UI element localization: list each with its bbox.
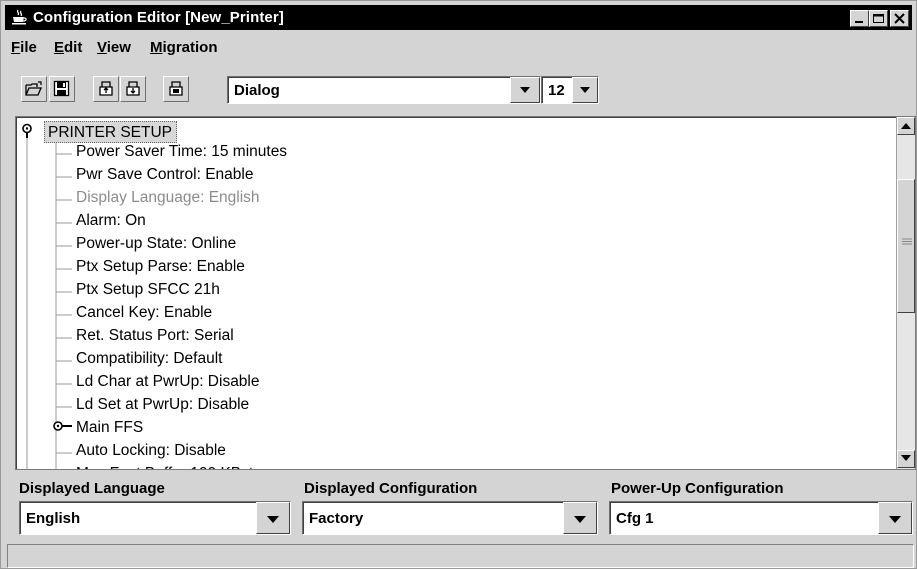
settings-tree[interactable]: PRINTER SETUP Power Saver Time: 15 minut… — [15, 116, 916, 470]
menu-migration[interactable]: Migration — [150, 39, 218, 56]
configuration-editor-window: Configuration Editor [New_Printer] File … — [0, 0, 917, 569]
grip-icon — [902, 238, 912, 245]
menu-bar: File Edit View Migration — [5, 33, 912, 59]
tree-vertical-scrollbar[interactable] — [896, 117, 915, 469]
tree-item[interactable]: Max Font Buffer 100 KBytes — [76, 465, 270, 469]
font-size-dropdown-button[interactable] — [572, 77, 598, 103]
printer-upload-icon — [99, 81, 113, 96]
displayed-language-label: Displayed Language — [19, 480, 165, 497]
tree-item[interactable]: Ld Char at PwrUp: Disable — [76, 373, 260, 395]
displayed-configuration-dropdown-button[interactable] — [563, 502, 597, 534]
arrow-up-icon — [901, 123, 911, 129]
expanded-node-icon[interactable] — [20, 123, 34, 139]
tree-item[interactable]: Ptx Setup SFCC 21h — [76, 281, 220, 303]
collapsed-node-icon[interactable] — [52, 419, 66, 433]
tree-item[interactable]: Pwr Save Control: Enable — [76, 166, 253, 188]
minimize-icon — [855, 21, 863, 23]
open-icon — [25, 81, 42, 96]
chevron-down-icon — [520, 87, 530, 93]
tree-item[interactable]: Auto Locking: Disable — [76, 442, 226, 464]
chevron-down-icon — [267, 516, 279, 523]
font-family-select[interactable]: Dialog — [227, 76, 541, 104]
printer-download-icon — [126, 81, 140, 96]
java-cup-icon — [12, 9, 27, 25]
displayed-configuration-label: Displayed Configuration — [304, 480, 478, 497]
menu-file[interactable]: File — [11, 39, 37, 56]
tree-item[interactable]: Alarm: On — [76, 212, 146, 234]
maximize-button[interactable] — [869, 10, 888, 27]
tree-item[interactable]: Power-up State: Online — [76, 235, 236, 257]
chevron-down-icon — [574, 516, 586, 523]
window-title: Configuration Editor [New_Printer] — [33, 9, 284, 26]
powerup-configuration-select[interactable]: Cfg 1 — [609, 501, 913, 535]
font-size-select[interactable]: 12 — [541, 76, 599, 104]
tree-item[interactable]: Cancel Key: Enable — [76, 304, 212, 326]
displayed-language-value: English — [26, 510, 81, 527]
displayed-language-select[interactable]: English — [19, 501, 291, 535]
tree-item[interactable]: Power Saver Time: 15 minutes — [76, 143, 287, 165]
arrow-down-icon — [901, 455, 911, 461]
powerup-configuration-label: Power-Up Configuration — [611, 480, 784, 497]
close-button[interactable] — [890, 10, 909, 27]
toolbar: Dialog 12 — [5, 67, 912, 111]
status-bar — [7, 544, 914, 568]
menu-edit[interactable]: Edit — [54, 39, 82, 56]
printer-upload-button[interactable] — [93, 76, 119, 102]
save-button[interactable] — [49, 76, 75, 102]
scroll-down-button[interactable] — [897, 450, 915, 468]
font-family-dropdown-button[interactable] — [510, 77, 540, 103]
powerup-configuration-dropdown-button[interactable] — [878, 502, 912, 534]
displayed-configuration-select[interactable]: Factory — [302, 501, 598, 535]
tree-item[interactable]: Display Language: English — [76, 189, 260, 211]
maximize-icon — [873, 14, 884, 23]
title-bar[interactable]: Configuration Editor [New_Printer] — [5, 5, 912, 30]
scroll-up-button[interactable] — [897, 117, 915, 135]
tree-node-main-ffs[interactable]: Main FFS — [76, 419, 143, 441]
powerup-configuration-value: Cfg 1 — [616, 510, 654, 527]
tree-item[interactable]: Ptx Setup Parse: Enable — [76, 258, 245, 280]
open-button[interactable] — [21, 76, 47, 102]
displayed-language-dropdown-button[interactable] — [256, 502, 290, 534]
chevron-down-icon — [580, 87, 590, 93]
close-icon — [894, 13, 905, 24]
font-family-value: Dialog — [234, 82, 280, 99]
font-size-value: 12 — [548, 82, 565, 99]
tree-item[interactable]: Ld Set at PwrUp: Disable — [76, 396, 249, 418]
displayed-configuration-value: Factory — [309, 510, 364, 527]
tree-item[interactable]: Ret. Status Port: Serial — [76, 327, 234, 349]
printer-config-icon — [169, 81, 183, 96]
printer-download-button[interactable] — [120, 76, 146, 102]
tree-item[interactable]: Compatibility: Default — [76, 350, 222, 372]
menu-view[interactable]: View — [97, 39, 131, 56]
printer-config-button[interactable] — [163, 76, 189, 102]
scroll-thumb[interactable] — [897, 179, 915, 313]
save-icon — [53, 80, 70, 97]
chevron-down-icon — [889, 516, 901, 523]
tree-root-printer-setup[interactable]: PRINTER SETUP — [44, 121, 178, 143]
minimize-button[interactable] — [850, 10, 869, 27]
